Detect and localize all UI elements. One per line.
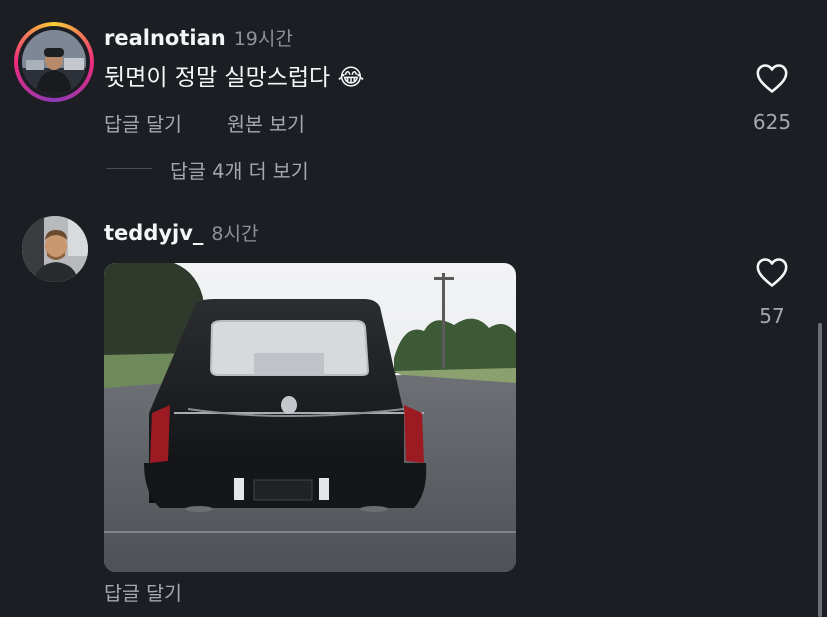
view-original-button[interactable]: 원본 보기 [227, 108, 305, 137]
like-button[interactable] [755, 62, 789, 94]
avatar-photo-icon [22, 30, 86, 94]
comment-header: teddyjv_ 8시간 [104, 219, 258, 246]
comment-time: 19시간 [233, 28, 293, 50]
username[interactable]: teddyjv_ [104, 221, 203, 245]
comment-text: 뒷면이 정말 실망스럽다 😂 [104, 65, 365, 91]
heart-icon [756, 258, 788, 287]
like-count: 625 [752, 110, 792, 134]
heart-icon [756, 64, 788, 93]
reply-button[interactable]: 답글 달기 [104, 108, 182, 137]
like-button[interactable] [755, 256, 789, 288]
scrollbar[interactable] [818, 323, 822, 617]
reply-button[interactable]: 답글 달기 [104, 577, 182, 606]
comment-time: 8시간 [211, 223, 259, 245]
avatar[interactable] [22, 30, 86, 94]
like-count: 57 [759, 304, 785, 328]
comment-image[interactable] [104, 263, 516, 572]
comment-header: realnotian 19시간 [104, 24, 293, 51]
view-more-replies-button[interactable]: 답글 4개 더 보기 [170, 155, 309, 184]
username[interactable]: realnotian [104, 26, 226, 50]
hearse-photo-icon [104, 263, 516, 572]
avatar-story-ring[interactable] [14, 22, 94, 102]
replies-divider [106, 168, 152, 169]
avatar-photo-icon [22, 216, 88, 282]
avatar[interactable] [22, 216, 88, 282]
